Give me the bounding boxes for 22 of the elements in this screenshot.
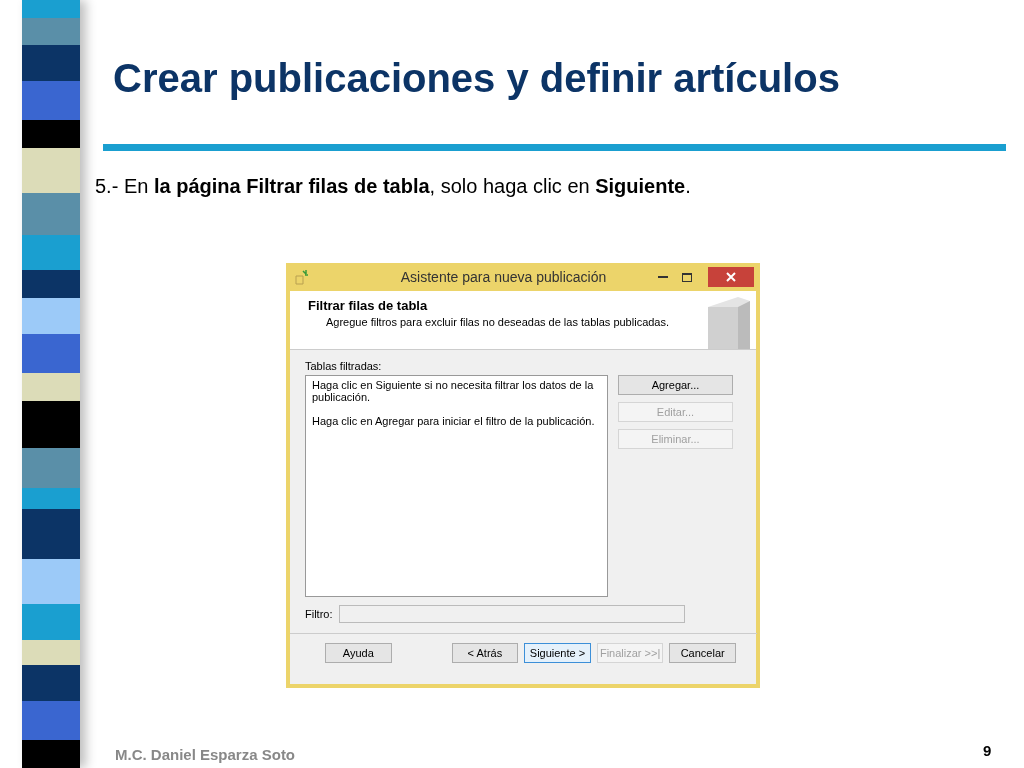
wizard-button[interactable]: Ayuda — [325, 643, 392, 663]
close-icon[interactable] — [708, 267, 754, 287]
maximize-icon[interactable] — [682, 272, 692, 282]
list-message: Haga clic en Agregar para iniciar el filtro de la publicación. — [312, 415, 596, 427]
page-subtitle: Agregue filtros para excluir filas no deseadas de las tablas publicadas. — [326, 316, 670, 328]
minimize-icon[interactable] — [658, 275, 668, 279]
list-label: Tablas filtradas: — [305, 360, 383, 372]
filter-label: Filtro: — [305, 608, 333, 620]
side-button[interactable]: Agregar... — [618, 375, 733, 395]
instruction-text: 5.- En la página Filtrar filas de tabla, solo haga clic en Siguiente. — [95, 175, 692, 198]
wizard-button[interactable]: Siguiente > — [524, 643, 591, 663]
page-number: 9 — [983, 742, 992, 759]
author-footer: M.C. Daniel Esparza Soto — [115, 746, 296, 763]
slide-title: Crear publicaciones y definir artículos — [113, 55, 841, 102]
window-title: Asistente para nueva publicación — [399, 269, 608, 285]
wizard-button[interactable]: Cancelar — [669, 643, 736, 663]
wizard-button[interactable]: < Atrás — [451, 643, 519, 663]
filter-field[interactable] — [338, 605, 685, 623]
list-message: Haga clic en Siguiente si no necesita filtrar los datos de la publicación. — [312, 379, 595, 403]
filtered-tables-list[interactable]: Haga clic en Siguiente si no necesita filtrar los datos de la publicación. Haga clic en Agregar para iniciar el filtro de la publicación. — [305, 375, 608, 597]
page-title: Filtrar filas de tabla — [308, 298, 429, 313]
wizard-icon — [295, 269, 309, 285]
